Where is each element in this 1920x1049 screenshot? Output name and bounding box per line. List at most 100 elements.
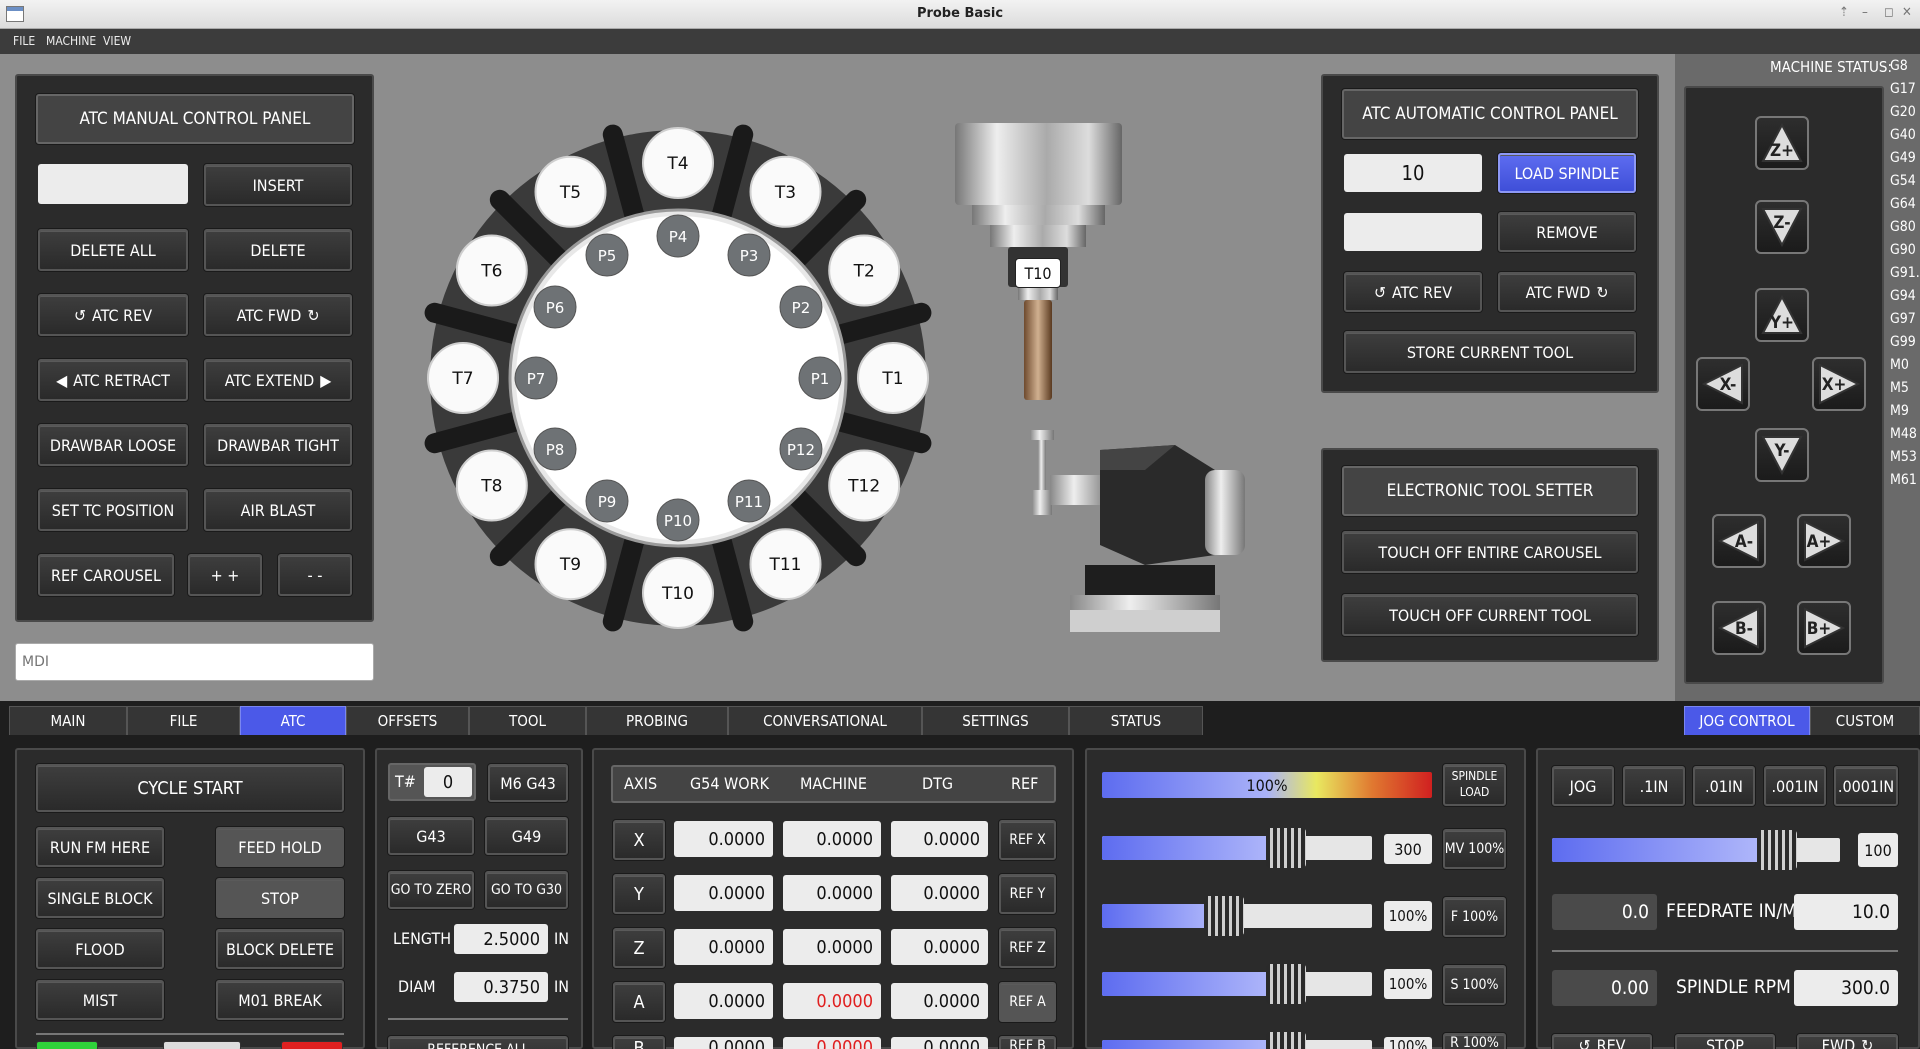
tab-custom[interactable]: CUSTOM [1810,706,1920,736]
block-delete-button[interactable]: BLOCK DELETE [216,929,344,969]
mist-button[interactable]: MIST [36,980,164,1020]
atc-extend-button[interactable]: ATC EXTEND ▶ [204,359,352,401]
tab-file[interactable]: FILE [127,706,240,736]
carousel-minus-button[interactable]: - - [278,554,352,596]
jog-rate-handle[interactable] [1756,830,1797,870]
close-icon[interactable]: ✕ [1902,5,1912,20]
jog-rate-slider[interactable] [1552,838,1840,862]
max-velocity-reset-button[interactable]: MV 100% [1443,829,1506,869]
tab-status[interactable]: STATUS [1069,706,1203,736]
store-current-tool-button[interactable]: STORE CURRENT TOOL [1344,331,1636,373]
dro-axis-y[interactable]: Y [613,874,665,914]
atc-tool-number-input[interactable]: 10 [1344,154,1482,192]
feedrate-setpoint[interactable]: 10.0 [1794,894,1898,930]
dro-axis-x[interactable]: X [613,820,665,860]
tab-offsets[interactable]: OFFSETS [346,706,469,736]
g43-button[interactable]: G43 [388,817,474,855]
feed-override-reset-button[interactable]: F 100% [1443,897,1506,937]
maximize-icon[interactable]: ⇡ [1839,5,1849,20]
jog-b-plus-button[interactable]: B+ [1797,601,1851,655]
ref-x-button[interactable]: REF X [999,820,1056,860]
rapid-override-handle[interactable] [1265,1032,1306,1049]
jog-b-minus-button[interactable]: B- [1712,601,1766,655]
minimize-icon[interactable]: – [1862,5,1868,20]
stop-button[interactable]: STOP [216,878,344,918]
max-velocity-slider[interactable] [1102,836,1372,860]
ref-z-button[interactable]: REF Z [999,928,1056,968]
spindle-rpm-setpoint[interactable]: 300.0 [1794,970,1898,1006]
spindle-fwd-button[interactable]: FWD ↻ [1797,1034,1898,1049]
dro-axis-a[interactable]: A [613,982,665,1022]
atc-manual-input[interactable] [38,164,188,204]
touch-off-current-button[interactable]: TOUCH OFF CURRENT TOOL [1342,594,1638,636]
jog-y-plus-button[interactable]: Y+ [1755,288,1809,342]
set-tc-position-button[interactable]: SET TC POSITION [38,489,188,531]
jog-x-plus-button[interactable]: X+ [1812,357,1866,411]
jog-x-minus-button[interactable]: X- [1696,357,1750,411]
jog-y-minus-button[interactable]: Y- [1755,428,1809,482]
touch-off-carousel-button[interactable]: TOUCH OFF ENTIRE CAROUSEL [1342,531,1638,573]
atc-fwd-manual-button[interactable]: ATC FWD ↻ [204,294,352,336]
menu-file[interactable]: FILE [13,34,35,48]
jog-inc-0001-button[interactable]: .0001IN [1834,766,1898,806]
jog-inc-001-button[interactable]: .001IN [1764,766,1826,806]
rapid-override-slider[interactable] [1102,1040,1372,1049]
carousel-plus-button[interactable]: + + [188,554,262,596]
atc-fwd-auto-button[interactable]: ATC FWD ↻ [1498,272,1636,312]
run-from-here-button[interactable]: RUN FM HERE [36,827,164,867]
restore-icon[interactable]: ◻ [1884,5,1894,20]
air-blast-button[interactable]: AIR BLAST [204,489,352,531]
feed-override-handle[interactable] [1203,896,1244,936]
flood-button[interactable]: FLOOD [36,929,164,969]
tab-conversational[interactable]: CONVERSATIONAL [728,706,922,736]
drawbar-tight-button[interactable]: DRAWBAR TIGHT [204,424,352,466]
m6-g43-button[interactable]: M6 G43 [488,764,568,802]
ref-b-button[interactable]: REF B [999,1036,1056,1049]
reference-all-button[interactable]: REFERENCE ALL [388,1036,568,1049]
tab-atc[interactable]: ATC [240,706,346,736]
single-block-button[interactable]: SINGLE BLOCK [36,878,164,918]
m01-break-button[interactable]: M01 BREAK [216,980,344,1020]
mdi-input[interactable] [15,643,374,681]
ref-carousel-button[interactable]: REF CAROUSEL [38,554,174,596]
menu-machine[interactable]: MACHINE [46,34,96,48]
spindle-load-button[interactable]: SPINDLE LOAD [1443,764,1506,806]
dro-axis-z[interactable]: Z [613,928,665,968]
spindle-override-reset-button[interactable]: S 100% [1443,965,1506,1005]
jog-z-plus-button[interactable]: Z+ [1755,116,1809,170]
atc-remove-input[interactable] [1344,213,1482,251]
jog-inc-1-button[interactable]: .1IN [1623,766,1685,806]
menu-view[interactable]: VIEW [103,34,131,48]
atc-rev-auto-button[interactable]: ↺ ATC REV [1344,272,1482,312]
tool-number-field[interactable]: 0 [424,767,472,797]
tab-probing[interactable]: PROBING [586,706,728,736]
atc-rev-manual-button[interactable]: ↺ ATC REV [38,294,188,336]
tab-tool[interactable]: TOOL [469,706,586,736]
jog-inc-01-button[interactable]: .01IN [1693,766,1755,806]
jog-a-plus-button[interactable]: A+ [1797,514,1851,568]
remove-button[interactable]: REMOVE [1498,212,1636,252]
load-spindle-button[interactable]: LOAD SPINDLE [1498,153,1636,193]
drawbar-loose-button[interactable]: DRAWBAR LOOSE [38,424,188,466]
go-to-zero-button[interactable]: GO TO ZERO [388,871,474,909]
atc-retract-button[interactable]: ◀ ATC RETRACT [38,359,188,401]
tab-main[interactable]: MAIN [9,706,127,736]
dro-axis-b[interactable]: B [613,1036,665,1049]
spindle-stop-button[interactable]: STOP [1675,1034,1775,1049]
jog-a-minus-button[interactable]: A- [1712,514,1766,568]
cycle-start-button[interactable]: CYCLE START [36,764,344,812]
spindle-override-slider[interactable] [1102,972,1372,996]
tab-jog-control[interactable]: JOG CONTROL [1684,706,1810,736]
max-velocity-handle[interactable] [1265,828,1306,868]
tab-settings[interactable]: SETTINGS [922,706,1069,736]
jog-mode-button[interactable]: JOG [1552,766,1614,806]
ref-y-button[interactable]: REF Y [999,874,1056,914]
g49-button[interactable]: G49 [485,817,568,855]
ref-a-button[interactable]: REF A [999,982,1056,1022]
rapid-override-reset-button[interactable]: R 100% [1443,1033,1506,1049]
diam-field[interactable]: 0.3750 [454,972,548,1002]
spindle-override-handle[interactable] [1265,964,1306,1004]
insert-button[interactable]: INSERT [204,164,352,206]
jog-z-minus-button[interactable]: Z- [1755,200,1809,254]
delete-button[interactable]: DELETE [204,229,352,271]
